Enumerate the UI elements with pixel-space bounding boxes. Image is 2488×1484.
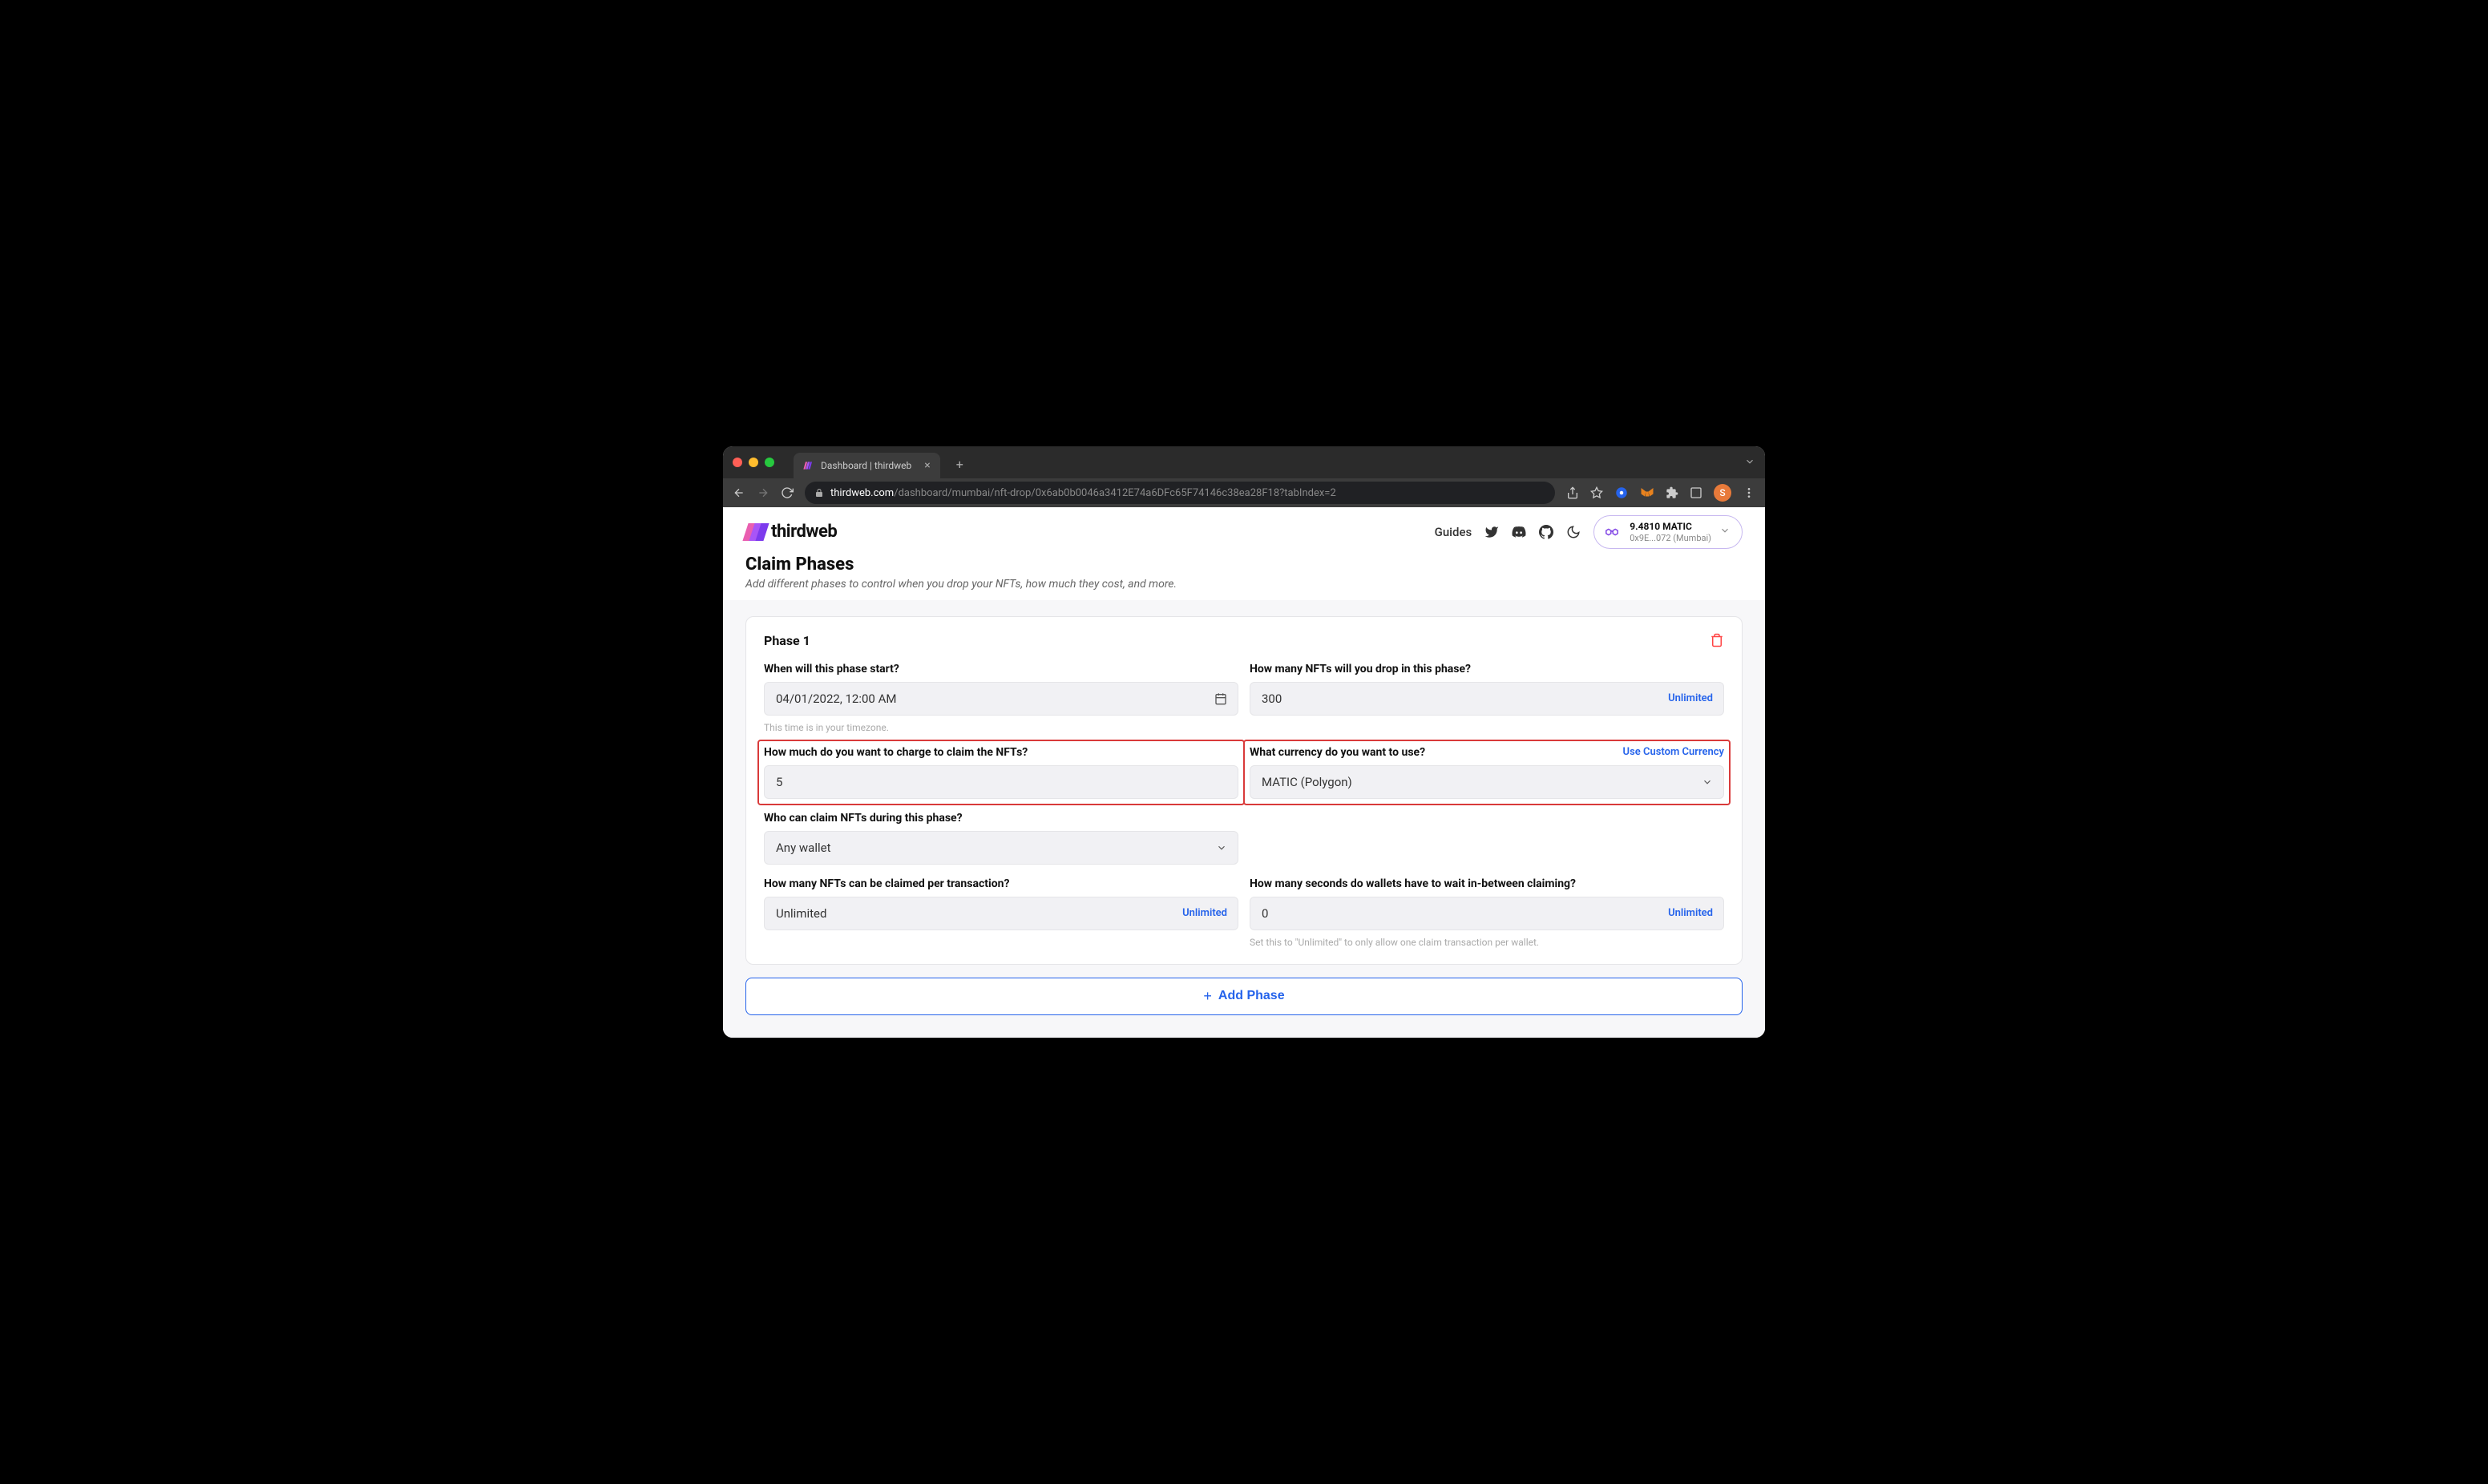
metamask-icon[interactable]: [1640, 486, 1654, 500]
reload-button[interactable]: [781, 486, 794, 499]
tabs-menu-icon[interactable]: [1744, 455, 1755, 470]
browser-tab[interactable]: Dashboard | thirdweb ×: [794, 453, 940, 478]
titlebar: Dashboard | thirdweb × +: [723, 446, 1765, 478]
who-select[interactable]: [764, 831, 1238, 865]
chevron-down-icon: [1719, 524, 1731, 539]
wallet-connect-button[interactable]: 9.4810 MATIC 0x9E...072 (Mumbai): [1593, 515, 1743, 549]
back-button[interactable]: [733, 486, 745, 499]
field-currency: What currency do you want to use? Use Cu…: [1243, 740, 1731, 805]
address-bar[interactable]: thirdweb.com/dashboard/mumbai/nft-drop/0…: [805, 482, 1555, 504]
field-who-can-claim: Who can claim NFTs during this phase?: [764, 812, 1238, 865]
section-header: Claim Phases Add different phases to con…: [723, 554, 1765, 600]
chevron-down-icon: [1702, 776, 1713, 788]
per-tx-input[interactable]: [764, 897, 1238, 930]
wait-unlimited-link[interactable]: Unlimited: [1668, 907, 1713, 919]
browser-window: Dashboard | thirdweb × + thirdweb.com/da…: [723, 446, 1765, 1038]
field-spacer: [1250, 812, 1724, 865]
currency-label: What currency do you want to use?: [1250, 746, 1425, 759]
currency-select[interactable]: [1250, 765, 1724, 799]
app-header: thirdweb Guides 9.4810 MATIC: [723, 507, 1765, 558]
toolbar-right: S: [1566, 484, 1755, 502]
field-per-transaction: How many NFTs can be claimed per transac…: [764, 877, 1238, 948]
profile-avatar[interactable]: S: [1714, 484, 1731, 502]
maximize-window-button[interactable]: [765, 458, 774, 467]
supply-unlimited-link[interactable]: Unlimited: [1668, 692, 1713, 704]
page-content: thirdweb Guides 9.4810 MATIC: [723, 507, 1765, 1038]
start-date-help: This time is in your timezone.: [764, 722, 1238, 733]
field-supply: How many NFTs will you drop in this phas…: [1250, 663, 1724, 733]
field-wait-time: How many seconds do wallets have to wait…: [1250, 877, 1724, 948]
window-controls: [733, 458, 774, 467]
per-tx-label: How many NFTs can be claimed per transac…: [764, 877, 1238, 890]
field-start-date: When will this phase start? This time is…: [764, 663, 1238, 733]
new-tab-button[interactable]: +: [956, 457, 963, 472]
plus-icon: +: [1203, 988, 1212, 1005]
phase-header: Phase 1: [764, 633, 1724, 648]
add-phase-button[interactable]: + Add Phase: [745, 978, 1743, 1015]
supply-input[interactable]: [1250, 682, 1724, 716]
price-label: How much do you want to charge to claim …: [764, 746, 1238, 759]
main-content: Claim Phases Add different phases to con…: [723, 554, 1765, 1038]
supply-label: How many NFTs will you drop in this phas…: [1250, 663, 1724, 675]
calendar-icon[interactable]: [1214, 692, 1227, 705]
delete-phase-button[interactable]: [1710, 633, 1724, 647]
forward-button[interactable]: [757, 486, 769, 499]
twitter-icon[interactable]: [1484, 525, 1499, 539]
start-date-label: When will this phase start?: [764, 663, 1238, 675]
wallet-address: 0x9E...072 (Mumbai): [1630, 533, 1711, 543]
page-title: Claim Phases: [745, 554, 1743, 575]
browser-toolbar: thirdweb.com/dashboard/mumbai/nft-drop/0…: [723, 478, 1765, 507]
per-tx-unlimited-link[interactable]: Unlimited: [1182, 907, 1227, 919]
tab-favicon-icon: [803, 460, 814, 471]
wait-help: Set this to "Unlimited" to only allow on…: [1250, 937, 1724, 948]
who-label: Who can claim NFTs during this phase?: [764, 812, 1238, 825]
phase-card: Phase 1 When will this phase start?: [745, 616, 1743, 965]
wait-label: How many seconds do wallets have to wait…: [1250, 877, 1724, 890]
url-text: thirdweb.com/dashboard/mumbai/nft-drop/0…: [830, 487, 1336, 499]
custom-currency-link[interactable]: Use Custom Currency: [1623, 746, 1724, 758]
tabs-icon[interactable]: [1690, 486, 1702, 499]
minimize-window-button[interactable]: [749, 458, 758, 467]
extension-icon[interactable]: [1614, 486, 1629, 500]
page-subtitle: Add different phases to control when you…: [745, 578, 1743, 591]
chevron-down-icon: [1216, 842, 1227, 853]
start-date-input[interactable]: [764, 682, 1238, 716]
github-icon[interactable]: [1539, 525, 1553, 539]
wallet-balance: 9.4810 MATIC: [1630, 521, 1711, 532]
logo-mark-icon: [745, 523, 766, 541]
lock-icon: [814, 488, 824, 498]
field-price: How much do you want to charge to claim …: [757, 740, 1245, 805]
close-tab-icon[interactable]: ×: [924, 459, 930, 472]
close-window-button[interactable]: [733, 458, 742, 467]
price-input[interactable]: [764, 765, 1238, 799]
theme-toggle-icon[interactable]: [1566, 525, 1581, 539]
extensions-puzzle-icon[interactable]: [1666, 486, 1678, 499]
guides-link[interactable]: Guides: [1435, 525, 1472, 539]
wallet-info: 9.4810 MATIC 0x9E...072 (Mumbai): [1630, 521, 1711, 543]
wait-input[interactable]: [1250, 897, 1724, 930]
phase-title: Phase 1: [764, 633, 810, 648]
tab-title: Dashboard | thirdweb: [821, 460, 911, 471]
add-phase-label: Add Phase: [1218, 989, 1285, 1003]
discord-icon[interactable]: [1512, 525, 1526, 539]
browser-menu-icon[interactable]: [1743, 486, 1755, 499]
share-icon[interactable]: [1566, 486, 1579, 499]
logo-text: thirdweb: [771, 522, 837, 542]
polygon-icon: [1602, 522, 1622, 542]
logo[interactable]: thirdweb: [745, 522, 837, 542]
bookmark-star-icon[interactable]: [1590, 486, 1603, 499]
